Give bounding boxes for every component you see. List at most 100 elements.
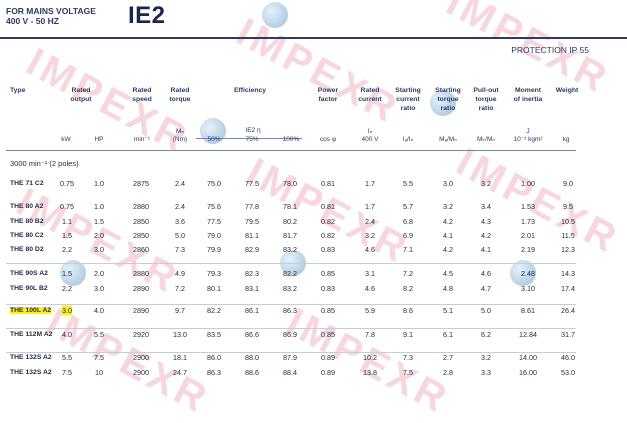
cell-type: THE 132S A2 [10, 369, 52, 376]
cell-ia: 8.2 [403, 284, 413, 293]
cell-kw: 1.5 [62, 231, 72, 240]
cell-e100: 82.2 [283, 269, 297, 278]
cell-ma: 6.1 [443, 330, 453, 339]
cell-speed: 2850 [133, 231, 149, 240]
cell-e50: 82.2 [207, 306, 221, 315]
cell-pf: 0.89 [321, 368, 335, 377]
cell-e75: 86.6 [245, 330, 259, 339]
cell-cur: 3.2 [365, 231, 375, 240]
cell-ia: 7.1 [403, 245, 413, 254]
unit-weight: kg [562, 136, 570, 143]
cell-j: 14.00 [519, 353, 537, 362]
cell-ia: 6.8 [403, 217, 413, 226]
header-bottom-rule [6, 150, 576, 151]
cell-speed: 2880 [133, 202, 149, 211]
cell-kw: 0.75 [60, 202, 74, 211]
cell-kg: 12.3 [561, 245, 575, 254]
cell-type: THE 80 B2 [10, 218, 44, 225]
cell-type: THE 90L B2 [10, 285, 48, 292]
cell-hp: 3.0 [94, 245, 104, 254]
unit-eff-100: 100% [282, 136, 300, 143]
col-pullout-torque: Pull-out torque ratio [473, 87, 499, 112]
cell-cur: 1.7 [365, 179, 375, 188]
cell-kg: 14.3 [561, 269, 575, 278]
col-rated-speed: Rated speed [132, 87, 152, 103]
cell-mk: 3.2 [481, 353, 491, 362]
cell-kw: 1.1 [62, 217, 72, 226]
unit-eff-75: 75% [245, 136, 259, 143]
cell-type: THE 132S A2 [10, 354, 52, 361]
cell-torque: 24.7 [173, 368, 187, 377]
cell-cur: 3.1 [365, 269, 375, 278]
cell-ma: 2.8 [443, 368, 453, 377]
cell-j: 3.10 [521, 284, 535, 293]
cell-ma: 4.5 [443, 269, 453, 278]
cell-hp: 4.0 [94, 306, 104, 315]
cell-pf: 0.82 [321, 217, 335, 226]
cell-pf: 0.81 [321, 202, 335, 211]
cell-pf: 0.82 [321, 231, 335, 240]
cell-speed: 2875 [133, 179, 149, 188]
cell-ia: 5.7 [403, 202, 413, 211]
col-moment-inertia: Moment of inertia [513, 87, 543, 103]
cell-cur: 1.7 [365, 202, 375, 211]
group-divider [6, 263, 576, 264]
cell-speed: 2900 [133, 368, 149, 377]
cell-ma: 4.2 [443, 245, 453, 254]
cell-speed: 2900 [133, 353, 149, 362]
cell-cur: 10.2 [363, 353, 377, 362]
cell-hp: 1.5 [94, 217, 104, 226]
cell-e75: 77.5 [245, 179, 259, 188]
col-starting-current: Starting current ratio [395, 87, 421, 112]
cell-mk: 3.3 [481, 368, 491, 377]
cell-j: 1.73 [521, 217, 535, 226]
cell-kw: 7.5 [62, 368, 72, 377]
cell-type: THE 100L A2 [10, 307, 52, 314]
cell-e50: 75.6 [207, 202, 221, 211]
cell-e50: 79.0 [207, 231, 221, 240]
cell-kw: 5.5 [62, 353, 72, 362]
cell-cur: 4.6 [365, 284, 375, 293]
cell-hp: 10 [95, 368, 103, 377]
table-row: THE 132S A2 5.5 7.5 2900 18.1 86.0 88.0 87.9 0.8… [0, 352, 627, 364]
cell-mk: 3.2 [481, 179, 491, 188]
cell-j: 12.84 [519, 330, 537, 339]
cell-kg: 46.0 [561, 353, 575, 362]
cell-torque: 7.3 [175, 245, 185, 254]
table-row: THE 90L B2 2.2 3.0 2890 7.2 80.1 83.1 83.2 0.83 4… [0, 283, 627, 295]
cell-mk: 3.4 [481, 202, 491, 211]
cell-ia: 7.3 [403, 353, 413, 362]
cell-ia: 9.1 [403, 330, 413, 339]
col-type: Type [10, 87, 26, 94]
cell-kg: 17.4 [561, 284, 575, 293]
cell-cur: 2.4 [365, 217, 375, 226]
cell-cur: 13.8 [363, 368, 377, 377]
cell-mk: 4.1 [481, 245, 491, 254]
cell-e75: 79.5 [245, 217, 259, 226]
cell-e100: 78.0 [283, 179, 297, 188]
cell-e75: 77.8 [245, 202, 259, 211]
cell-torque: 18.1 [173, 353, 187, 362]
cell-e75: 88.6 [245, 368, 259, 377]
cell-hp: 3.0 [94, 284, 104, 293]
cell-kg: 10.5 [561, 217, 575, 226]
table-row: THE 71 C2 0.75 1.0 2875 2.4 75.0 77.5 78.0 0.81 1… [0, 178, 627, 190]
col-starting-torque: Starting torque ratio [435, 87, 461, 112]
cell-mk: 4.6 [481, 269, 491, 278]
cell-cur: 4.6 [365, 245, 375, 254]
cell-hp: 2.0 [94, 231, 104, 240]
cell-hp: 1.0 [94, 179, 104, 188]
cell-ma: 3.0 [443, 179, 453, 188]
cell-ia: 8.6 [403, 306, 413, 315]
cell-e50: 86.0 [207, 353, 221, 362]
unit-ie2: IE2 η [245, 127, 261, 134]
cell-cur: 5.9 [365, 306, 375, 315]
cell-e75: 86.1 [245, 306, 259, 315]
cell-e50: 75.0 [207, 179, 221, 188]
cell-e100: 78.1 [283, 202, 297, 211]
mains-voltage-label: FOR MAINS VOLTAGE 400 V - 50 HZ [6, 6, 96, 26]
cell-e50: 83.5 [207, 330, 221, 339]
cell-type: THE 71 C2 [10, 180, 44, 187]
cell-ma: 4.8 [443, 284, 453, 293]
cell-torque: 13.0 [173, 330, 187, 339]
